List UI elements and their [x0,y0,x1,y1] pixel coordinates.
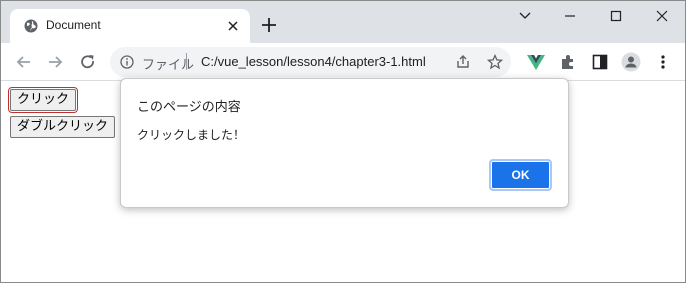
maximize-icon[interactable] [606,8,626,24]
dialog-title: このページの内容 [137,100,241,115]
tab-document[interactable]: Document [10,9,250,43]
double-click-button[interactable]: ダブルクリック [10,116,116,138]
chevron-down-icon[interactable] [515,8,535,24]
window-close-icon[interactable] [652,8,672,24]
address-bar[interactable]: ファイル C:/vue_lesson/lesson4/chapter3-1.ht… [110,47,511,77]
minimize-icon[interactable] [560,8,580,24]
browser-toolbar: ファイル C:/vue_lesson/lesson4/chapter3-1.ht… [1,43,685,81]
info-icon[interactable] [120,55,134,69]
new-tab-plus-icon[interactable] [259,15,279,35]
star-icon[interactable] [487,54,503,70]
alert-dialog: このページの内容 クリックしました！ OK [120,78,569,208]
side-panel-icon[interactable] [590,52,610,72]
share-icon[interactable] [455,54,471,70]
browser-window: Document ファイル C:/vue_lesson/lesson4/chap… [0,0,686,283]
kebab-menu-icon[interactable] [653,52,673,72]
arrow-left-icon[interactable] [14,52,34,72]
address-separator [186,53,187,70]
arrow-right-icon[interactable] [45,52,65,72]
tab-strip: Document [1,1,685,43]
globe-icon [24,19,38,33]
tab-title: Document [46,18,101,32]
ok-button[interactable]: OK [489,159,552,191]
dialog-message: クリックしました！ [137,128,246,142]
vue-logo-icon[interactable] [526,52,546,72]
close-icon[interactable] [225,18,241,34]
puzzle-icon[interactable] [558,52,578,72]
url-text[interactable]: C:/vue_lesson/lesson4/chapter3-1.html [201,54,426,69]
profile-icon[interactable] [621,52,641,72]
reload-icon[interactable] [78,52,98,72]
click-button[interactable]: クリック [7,87,79,113]
